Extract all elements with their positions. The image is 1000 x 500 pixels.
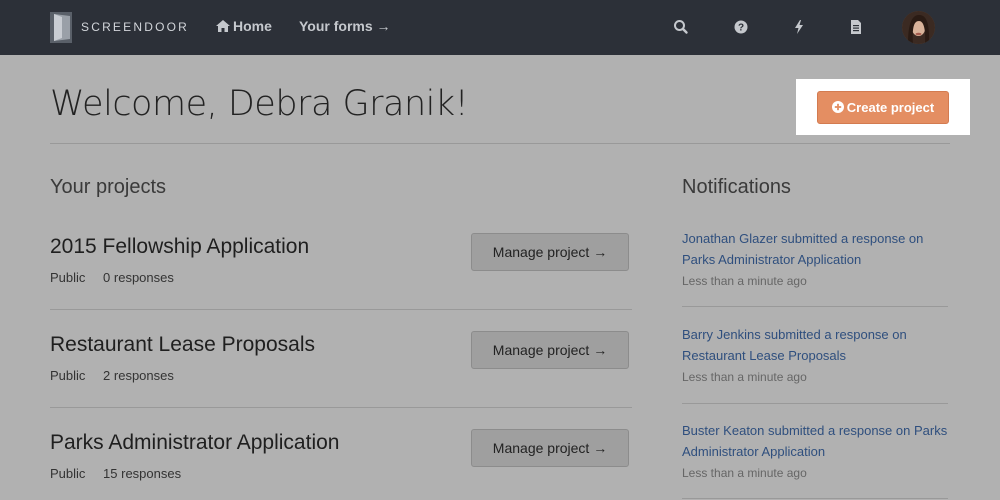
- notification-divider: [682, 498, 948, 499]
- nav-your-forms-link[interactable]: Your forms →: [299, 18, 391, 34]
- lightning-icon[interactable]: [789, 17, 809, 37]
- project-meta: Public 15 responses: [50, 466, 181, 481]
- project-meta: Public 2 responses: [50, 368, 174, 383]
- project-name[interactable]: Restaurant Lease Proposals: [50, 333, 315, 357]
- home-icon: [216, 20, 230, 32]
- nav-home-label: Home: [233, 18, 272, 34]
- create-project-button[interactable]: Create project: [817, 91, 949, 124]
- plus-circle-icon: [831, 101, 844, 113]
- project-responses: 0 responses: [103, 270, 174, 285]
- notification-item: Barry Jenkins submitted a response on Re…: [682, 324, 948, 384]
- help-icon[interactable]: ?: [731, 17, 751, 37]
- notification-link[interactable]: Buster Keaton submitted a response on Pa…: [682, 420, 948, 462]
- create-project-highlight: Create project: [796, 79, 970, 135]
- header-divider: [50, 143, 950, 144]
- screendoor-logo-icon[interactable]: [50, 12, 72, 43]
- your-projects-title: Your projects: [50, 176, 166, 198]
- nav-home-link[interactable]: Home: [216, 18, 272, 34]
- project-responses: 2 responses: [103, 368, 174, 383]
- notification-item: Buster Keaton submitted a response on Pa…: [682, 420, 948, 480]
- user-avatar[interactable]: [902, 11, 935, 44]
- user-photo-icon: [902, 11, 935, 44]
- notification-item: Jonathan Glazer submitted a response on …: [682, 228, 948, 288]
- project-divider: [50, 309, 632, 310]
- brand-name[interactable]: SCREENDOOR: [81, 20, 189, 34]
- project-visibility: Public: [50, 270, 86, 285]
- project-divider: [50, 407, 632, 408]
- project-name[interactable]: Parks Administrator Application: [50, 431, 339, 455]
- svg-text:?: ?: [738, 23, 744, 34]
- manage-project-button[interactable]: Manage project →: [471, 233, 629, 271]
- notifications-title: Notifications: [682, 176, 791, 198]
- search-icon[interactable]: [671, 17, 691, 37]
- notification-divider: [682, 403, 948, 404]
- manage-project-button[interactable]: Manage project →: [471, 331, 629, 369]
- project-visibility: Public: [50, 368, 86, 383]
- create-project-label: Create project: [846, 100, 935, 115]
- notification-link[interactable]: Jonathan Glazer submitted a response on …: [682, 228, 948, 270]
- project-visibility: Public: [50, 466, 86, 481]
- document-icon[interactable]: [846, 17, 866, 37]
- project-responses: 15 responses: [103, 466, 182, 481]
- welcome-heading: Welcome, Debra Granik!: [50, 84, 469, 124]
- notification-time: Less than a minute ago: [682, 274, 807, 288]
- notification-divider: [682, 306, 948, 307]
- notification-link[interactable]: Barry Jenkins submitted a response on Re…: [682, 324, 948, 366]
- project-meta: Public 0 responses: [50, 270, 174, 285]
- manage-project-button[interactable]: Manage project →: [471, 429, 629, 467]
- notification-time: Less than a minute ago: [682, 466, 807, 480]
- project-name[interactable]: 2015 Fellowship Application: [50, 235, 309, 259]
- notification-time: Less than a minute ago: [682, 370, 807, 384]
- top-navbar: SCREENDOOR Home Your forms → ?: [0, 0, 1000, 55]
